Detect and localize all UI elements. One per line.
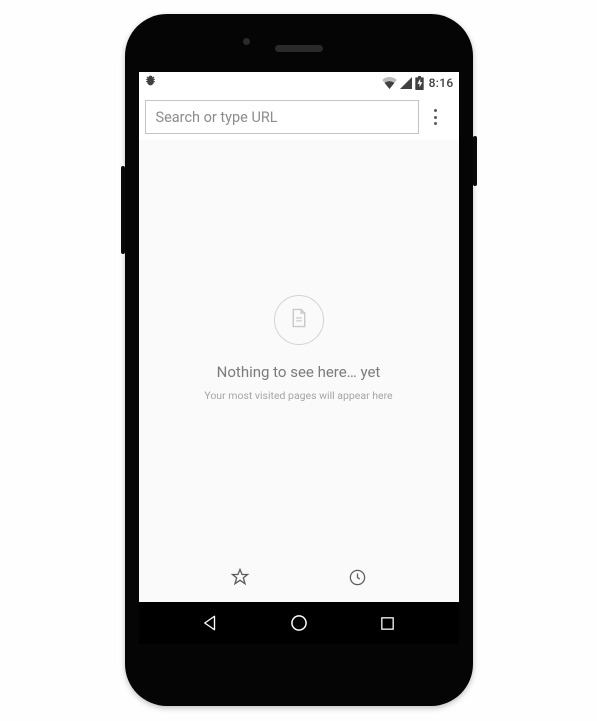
url-bar-placeholder: Search or type URL xyxy=(156,109,278,126)
battery-charging-icon xyxy=(415,76,424,90)
ntp-bottom-bar xyxy=(139,556,459,602)
front-camera xyxy=(243,38,250,45)
home-circle-icon xyxy=(289,613,309,633)
power-button xyxy=(473,136,477,186)
phone-frame: 8:16 Search or type URL xyxy=(125,14,473,706)
status-clock: 8:16 xyxy=(429,76,454,90)
status-bar: 8:16 xyxy=(139,72,459,94)
bookmarks-button[interactable] xyxy=(230,567,250,591)
nav-overview-button[interactable] xyxy=(379,615,396,632)
wifi-icon xyxy=(382,77,397,89)
screen: 8:16 Search or type URL xyxy=(139,72,459,644)
star-icon xyxy=(230,567,250,587)
document-icon xyxy=(290,308,308,332)
android-navigation-bar xyxy=(139,602,459,644)
empty-state-title: Nothing to see here… yet xyxy=(217,363,381,381)
debug-icon xyxy=(144,74,157,88)
back-triangle-icon xyxy=(201,614,219,632)
more-vertical-icon xyxy=(434,108,437,127)
volume-button xyxy=(121,166,125,254)
new-tab-content: Nothing to see here… yet Your most visit… xyxy=(139,140,459,556)
url-bar[interactable]: Search or type URL xyxy=(145,100,419,134)
nav-back-button[interactable] xyxy=(201,614,219,632)
toolbar: Search or type URL xyxy=(139,94,459,140)
nav-home-button[interactable] xyxy=(289,613,309,633)
overview-square-icon xyxy=(379,615,396,632)
empty-state-icon-circle xyxy=(274,295,324,345)
overflow-menu-button[interactable] xyxy=(419,100,453,134)
recent-tabs-button[interactable] xyxy=(348,568,367,591)
speaker-grill xyxy=(275,45,323,52)
history-icon xyxy=(348,568,367,587)
empty-state-subtitle: Your most visited pages will appear here xyxy=(204,389,392,402)
cell-signal-icon xyxy=(400,77,412,89)
